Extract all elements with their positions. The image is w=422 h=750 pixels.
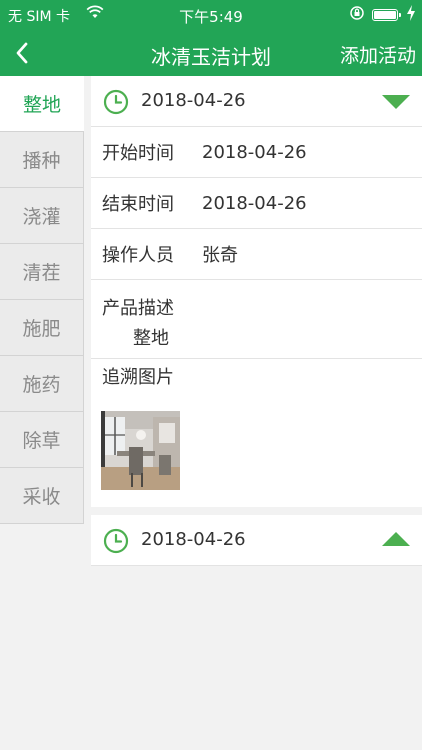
end-time-label: 结束时间 xyxy=(102,194,174,215)
sidebar-item-fertilizing[interactable]: 施肥 xyxy=(0,300,84,356)
sidebar-item-sowing[interactable]: 播种 xyxy=(0,132,84,188)
charging-icon xyxy=(406,4,416,26)
trace-photo-row: 追溯图片 xyxy=(91,359,422,507)
battery-icon xyxy=(372,9,398,21)
sidebar-item-weeding[interactable]: 除草 xyxy=(0,412,84,468)
nav-bar: 冰清玉洁计划 添加活动 xyxy=(0,30,422,76)
activity-list: 2018-04-26 开始时间 2018-04-26 结束时间 2018-04-… xyxy=(91,76,422,566)
start-time-value: 2018-04-26 xyxy=(202,141,307,163)
battery-tip xyxy=(399,13,401,17)
operator-label: 操作人员 xyxy=(102,245,174,266)
sidebar-item-stubble-clearing[interactable]: 清茬 xyxy=(0,244,84,300)
operator-row: 操作人员 张奇 xyxy=(91,229,422,280)
operator-value: 张奇 xyxy=(202,245,238,266)
activity-sidebar: 整地 播种 浇灌 清茬 施肥 施药 除草 采收 xyxy=(0,76,84,526)
sidebar-item-harvest[interactable]: 采收 xyxy=(0,468,84,524)
clock-icon xyxy=(103,528,129,559)
end-time-value: 2018-04-26 xyxy=(202,192,307,214)
activity-card-header-2[interactable]: 2018-04-26 xyxy=(91,515,422,566)
activity-date: 2018-04-26 xyxy=(141,90,246,111)
sidebar-item-irrigation[interactable]: 浇灌 xyxy=(0,188,84,244)
start-time-row: 开始时间 2018-04-26 xyxy=(91,127,422,178)
status-bar: 无 SIM 卡 下午5:49 xyxy=(0,0,422,30)
sidebar-item-spraying[interactable]: 施药 xyxy=(0,356,84,412)
activity-card-header[interactable]: 2018-04-26 xyxy=(91,76,422,127)
trace-photo-label: 追溯图片 xyxy=(102,367,174,388)
activity-date: 2018-04-26 xyxy=(141,529,246,550)
expand-arrow-icon[interactable] xyxy=(382,532,410,546)
trace-photo-thumbnail[interactable] xyxy=(101,411,180,490)
description-label: 产品描述 xyxy=(102,298,174,319)
description-row: 产品描述 整地 xyxy=(91,280,422,359)
description-value: 整地 xyxy=(133,328,169,349)
collapse-arrow-icon[interactable] xyxy=(382,95,410,109)
clock-icon xyxy=(103,89,129,120)
start-time-label: 开始时间 xyxy=(102,143,174,164)
end-time-row: 结束时间 2018-04-26 xyxy=(91,178,422,229)
add-activity-button[interactable]: 添加活动 xyxy=(340,41,416,68)
sidebar-item-tillage[interactable]: 整地 xyxy=(0,76,84,132)
rotation-lock-icon xyxy=(349,5,365,25)
